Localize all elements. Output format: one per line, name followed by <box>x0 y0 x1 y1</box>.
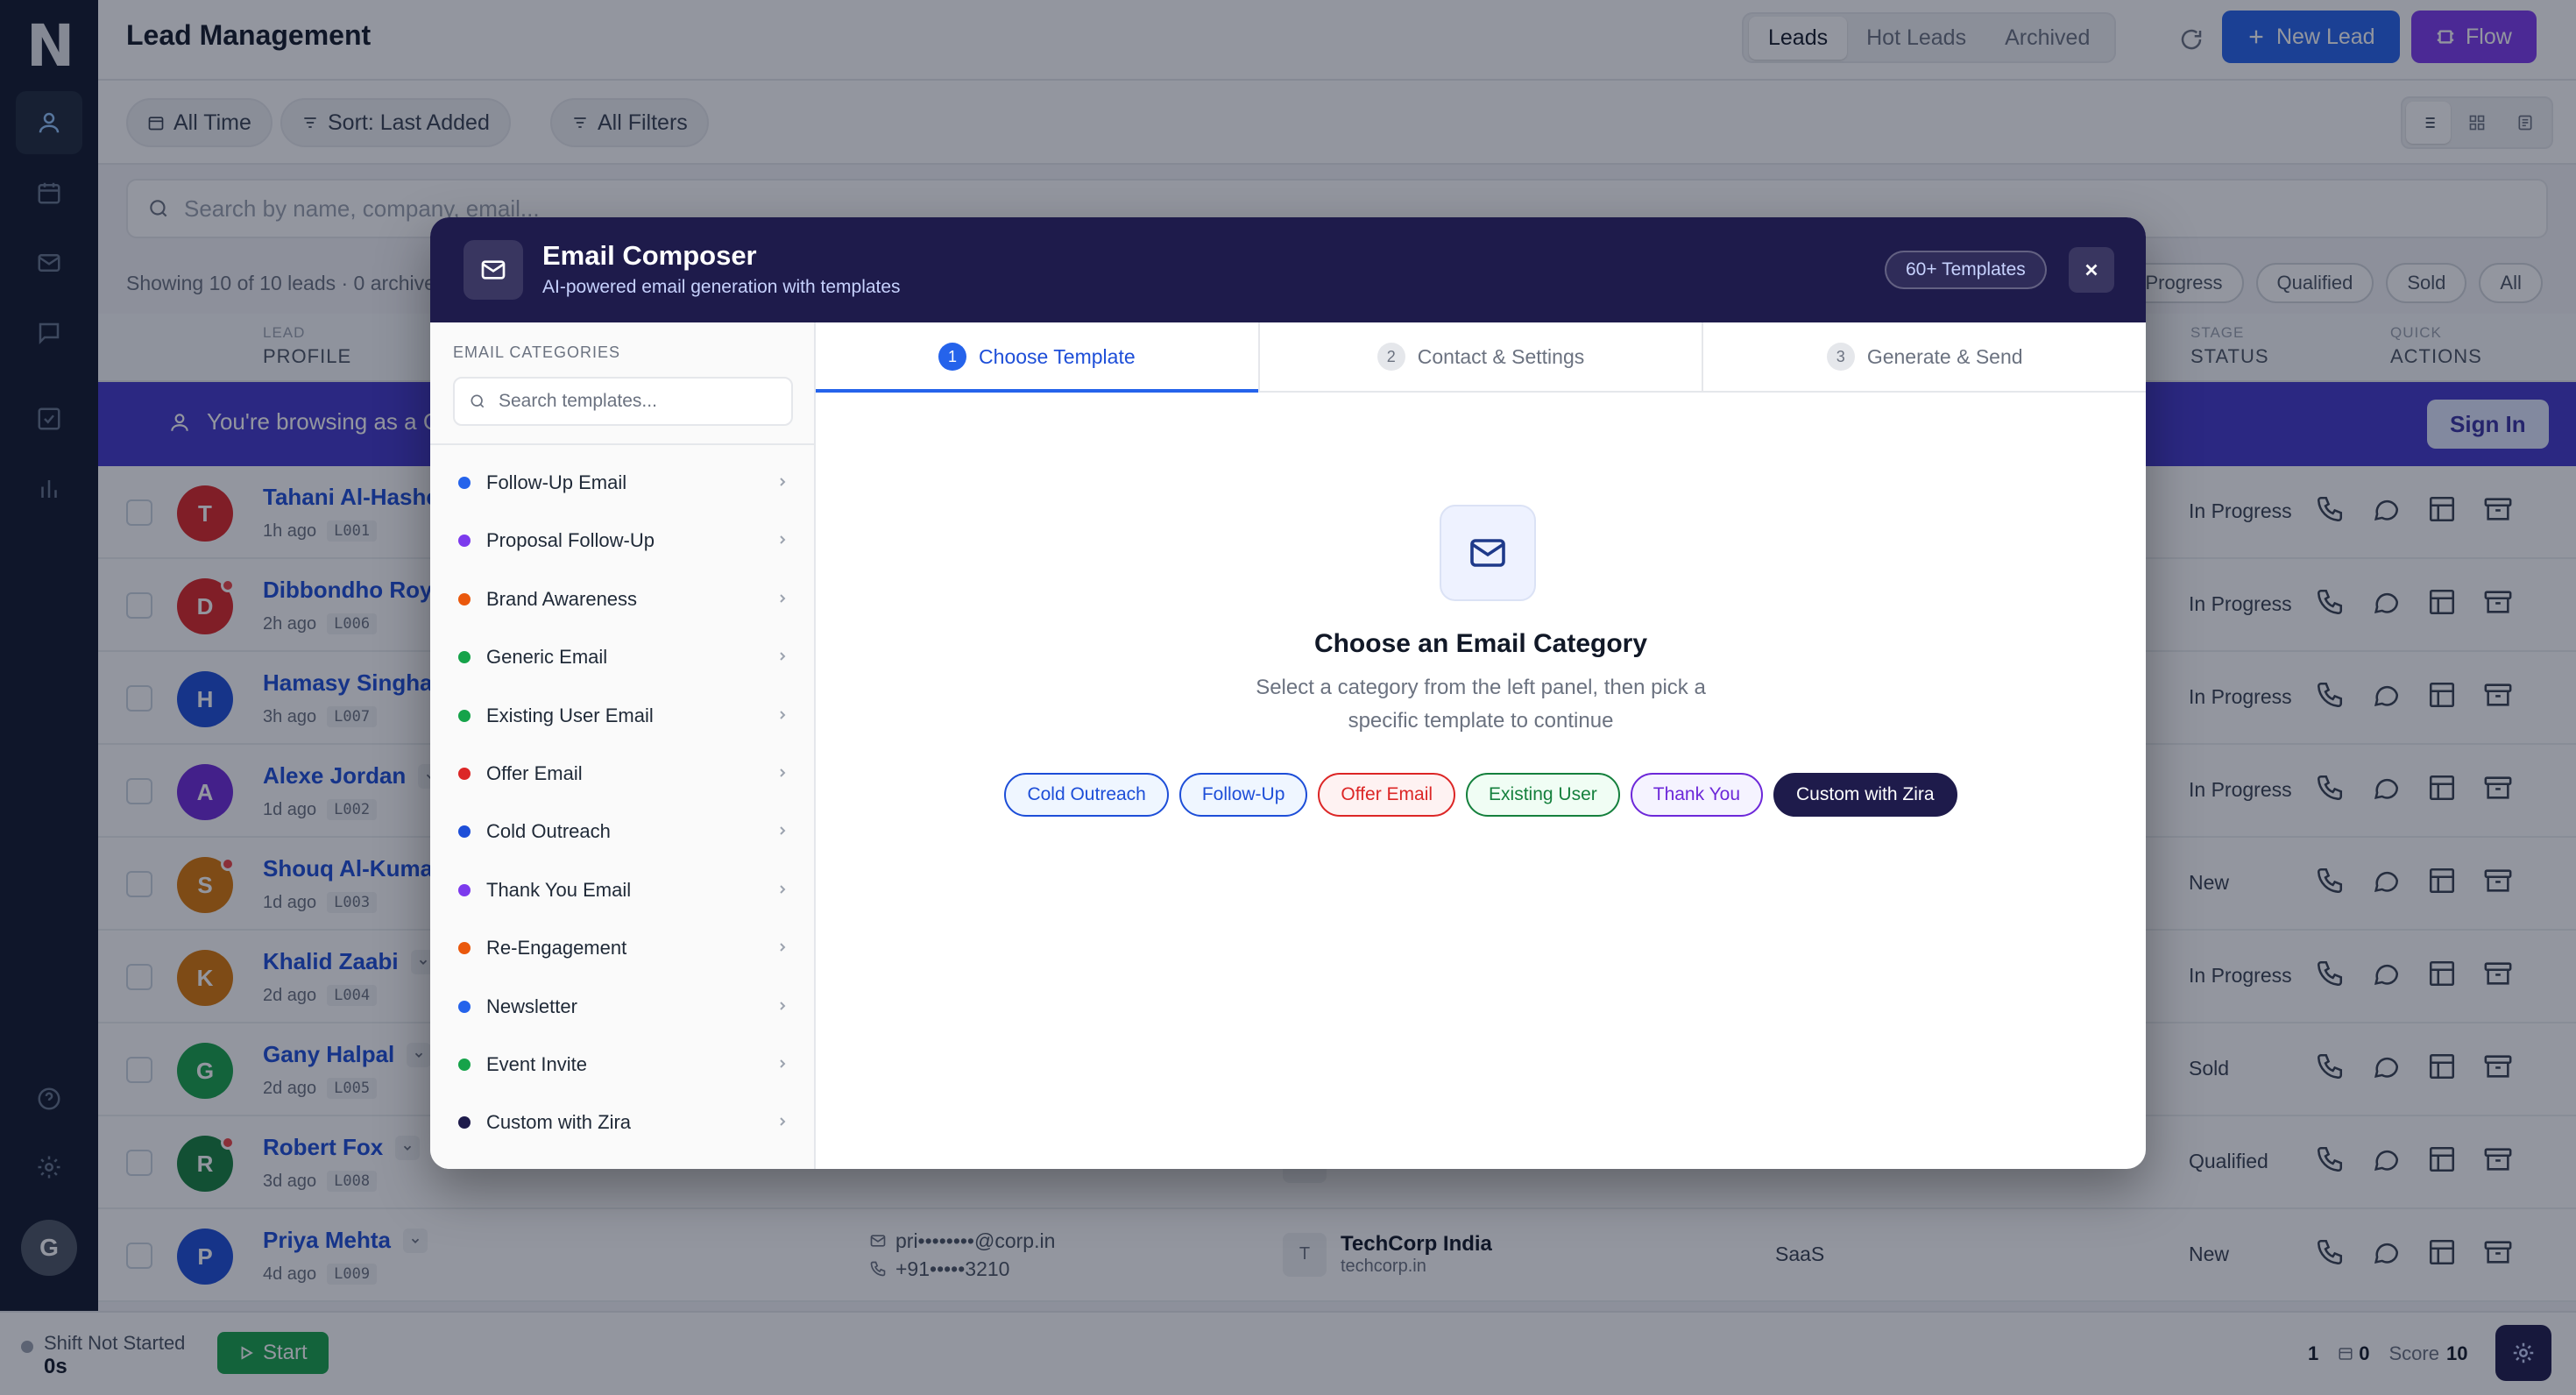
chevron-right-icon <box>780 535 786 545</box>
chevron-right-icon <box>780 943 786 952</box>
step-number: 3 <box>1826 343 1855 371</box>
category-item[interactable]: Offer Email <box>430 745 816 803</box>
category-dot <box>458 825 471 839</box>
chevron-right-icon <box>780 1117 786 1127</box>
category-label: Thank You Email <box>486 878 632 901</box>
category-item[interactable]: Proposal Follow-Up <box>430 512 816 570</box>
category-label: Generic Email <box>486 646 608 669</box>
chevron-right-icon <box>780 594 786 603</box>
category-label: Custom with Zira <box>486 1111 632 1134</box>
quick-category-chips: Cold Outreach Follow-Up Offer Email Existin… <box>816 773 2146 817</box>
category-item[interactable]: Existing User Email <box>430 687 816 745</box>
search-icon <box>471 394 485 408</box>
description-line-2: specific template to continue <box>1348 709 1614 733</box>
category-item[interactable]: Newsletter <box>430 978 816 1036</box>
category-dot <box>458 1116 471 1129</box>
category-chip[interactable]: Existing User <box>1466 773 1620 817</box>
category-panel: EMAIL CATEGORIES Search templates... Fol… <box>430 322 816 1169</box>
category-label: Existing User Email <box>486 704 654 726</box>
mail-icon <box>481 260 506 280</box>
composer-body: Choose an Email Category Select a catego… <box>816 393 2146 1169</box>
category-label: Cold Outreach <box>486 820 611 843</box>
category-item[interactable]: Brand Awareness <box>430 570 816 628</box>
category-dot <box>458 709 471 722</box>
category-item[interactable]: Custom with Zira <box>430 1094 816 1151</box>
category-item[interactable]: Cold Outreach <box>430 803 816 860</box>
step-label: Generate & Send <box>1866 344 2023 368</box>
category-label: Event Invite <box>486 1053 587 1075</box>
chevron-right-icon <box>780 710 786 719</box>
close-button[interactable] <box>2069 247 2114 293</box>
composer-steps: 1 Choose Template 2 Contact & Settings 3… <box>816 322 2146 393</box>
chevron-right-icon <box>780 652 786 661</box>
category-item[interactable]: Follow-Up Email <box>430 454 816 512</box>
step-number: 2 <box>1376 343 1405 371</box>
category-label: Follow-Up Email <box>486 471 627 493</box>
modal-icon <box>464 240 523 300</box>
step-generate-send[interactable]: 3 Generate & Send <box>1703 322 2146 391</box>
close-icon <box>2085 264 2098 276</box>
chevron-right-icon <box>780 478 786 486</box>
category-chip[interactable]: Thank You <box>1630 773 1764 817</box>
chevron-right-icon <box>780 768 786 777</box>
category-chip[interactable]: Custom with Zira <box>1773 773 1957 817</box>
category-item[interactable]: Re-Engagement <box>430 919 816 977</box>
category-dot <box>458 768 471 780</box>
template-search-placeholder: Search templates... <box>499 391 657 411</box>
empty-state-icon <box>1440 505 1536 601</box>
template-search-input[interactable]: Search templates... <box>453 377 793 426</box>
category-item[interactable]: Event Invite <box>430 1036 816 1094</box>
chevron-right-icon <box>780 1059 786 1068</box>
category-dot <box>458 651 471 664</box>
modal-header: Email Composer AI-powered email generati… <box>430 217 2146 322</box>
category-dot <box>458 477 471 489</box>
category-chip[interactable]: Follow-Up <box>1178 773 1308 817</box>
category-dot <box>458 942 471 955</box>
category-label: Re-Engagement <box>486 937 627 960</box>
category-dot <box>458 883 471 896</box>
category-label: Offer Email <box>486 762 583 784</box>
step-label: Contact & Settings <box>1417 344 1585 368</box>
category-divider <box>430 443 816 445</box>
description-line-1: Select a category from the left panel, t… <box>1256 676 1706 699</box>
category-dot <box>458 1000 471 1013</box>
chevron-right-icon <box>780 885 786 894</box>
chevron-right-icon <box>780 1001 786 1010</box>
empty-state-description: Select a category from the left panel, t… <box>816 671 2146 738</box>
step-choose-template[interactable]: 1 Choose Template <box>816 322 1260 393</box>
category-chip[interactable]: Cold Outreach <box>1004 773 1169 817</box>
category-dot <box>458 592 471 605</box>
category-dot <box>458 1059 471 1071</box>
step-number: 1 <box>938 343 967 371</box>
step-contact-settings[interactable]: 2 Contact & Settings <box>1260 322 1704 391</box>
categories-label: EMAIL CATEGORIES <box>453 343 621 361</box>
step-label: Choose Template <box>979 344 1136 368</box>
email-composer-modal: Email Composer AI-powered email generati… <box>430 217 2146 1169</box>
templates-badge: 60+ Templates <box>1885 251 2047 289</box>
category-item[interactable]: Thank You Email <box>430 861 816 919</box>
category-chip[interactable]: Offer Email <box>1318 773 1456 817</box>
chevron-right-icon <box>780 826 786 836</box>
category-label: Proposal Follow-Up <box>486 529 655 552</box>
modal-title: Email Composer <box>542 240 757 271</box>
empty-state-title: Choose an Email Category <box>1313 629 1648 658</box>
category-dot <box>458 535 471 548</box>
category-label: Brand Awareness <box>486 587 638 610</box>
mail-icon <box>1470 539 1505 567</box>
modal-subtitle: AI-powered email generation with templat… <box>542 277 901 297</box>
category-item[interactable]: Generic Email <box>430 628 816 686</box>
category-label: Newsletter <box>486 995 577 1017</box>
